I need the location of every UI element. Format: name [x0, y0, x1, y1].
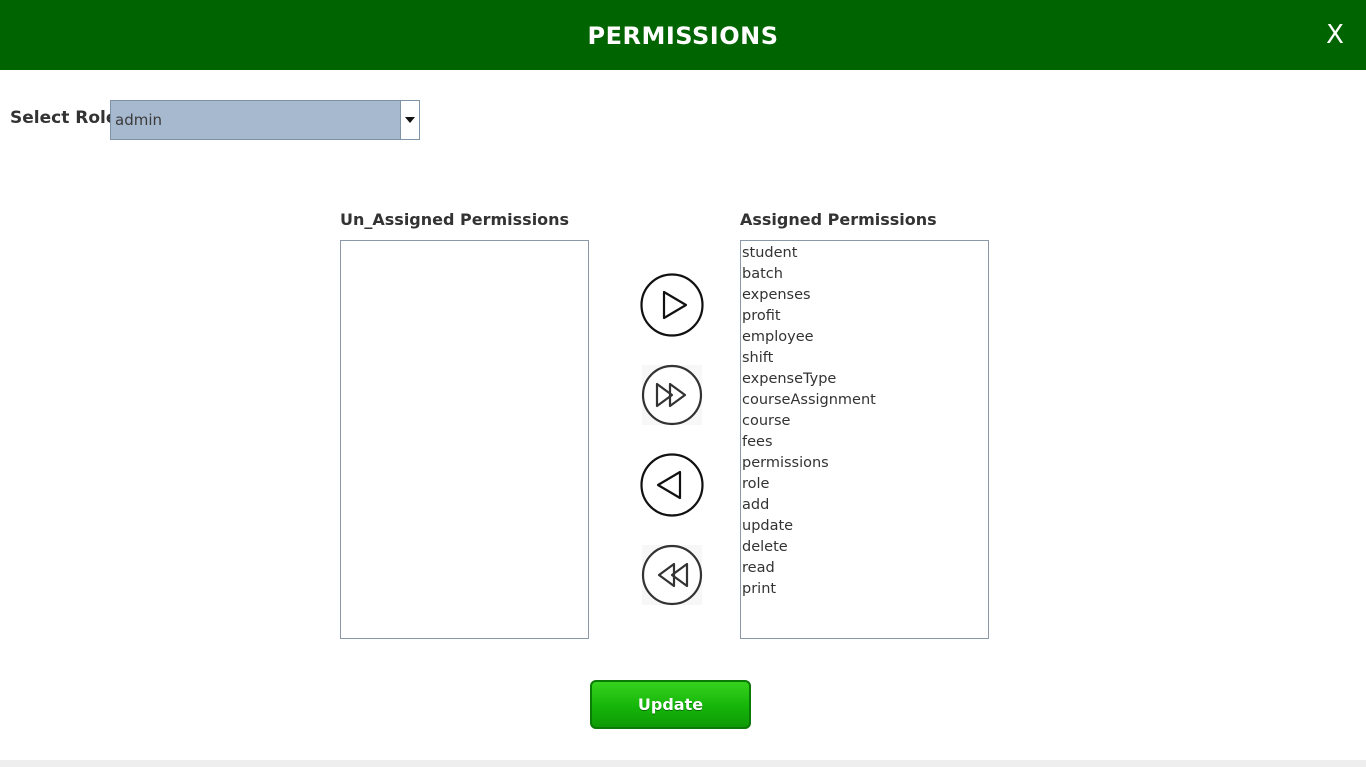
permission-item[interactable]: expenses — [741, 285, 988, 306]
assigned-permissions-title: Assigned Permissions — [740, 210, 937, 229]
permission-item[interactable]: add — [741, 495, 988, 516]
permission-item[interactable]: delete — [741, 537, 988, 558]
fast-forward-icon — [641, 364, 703, 426]
permission-item[interactable]: role — [741, 474, 988, 495]
chevron-down-icon[interactable] — [400, 101, 419, 139]
page-title: PERMISSIONS — [587, 22, 779, 50]
permission-item[interactable]: employee — [741, 327, 988, 348]
permission-item[interactable]: permissions — [741, 453, 988, 474]
permission-item[interactable]: student — [741, 243, 988, 264]
permission-item[interactable]: profit — [741, 306, 988, 327]
move-all-right-button[interactable] — [640, 363, 704, 427]
move-all-left-button[interactable] — [640, 543, 704, 607]
play-right-icon — [640, 273, 704, 337]
permission-item[interactable]: expenseType — [741, 369, 988, 390]
rewind-icon — [641, 544, 703, 606]
select-role-label: Select Role — [10, 108, 118, 128]
unassigned-permissions-list[interactable] — [340, 240, 589, 639]
permission-item[interactable]: update — [741, 516, 988, 537]
header-bar: PERMISSIONS X — [0, 0, 1366, 70]
move-left-button[interactable] — [640, 453, 704, 517]
permission-item[interactable]: read — [741, 558, 988, 579]
permission-item[interactable]: course — [741, 411, 988, 432]
permission-item[interactable]: print — [741, 579, 988, 600]
play-left-icon — [640, 453, 704, 517]
permission-item[interactable]: shift — [741, 348, 988, 369]
role-select-value: admin — [115, 111, 162, 129]
unassigned-permissions-title: Un_Assigned Permissions — [340, 210, 570, 229]
permission-item[interactable]: batch — [741, 264, 988, 285]
move-right-button[interactable] — [640, 273, 704, 337]
assigned-permissions-list[interactable]: student batch expenses profit employee shift e… — [740, 240, 989, 639]
footer-strip — [0, 760, 1366, 767]
role-select[interactable]: admin — [110, 100, 420, 140]
permission-item[interactable]: fees — [741, 432, 988, 453]
permission-item[interactable]: courseAssignment — [741, 390, 988, 411]
update-button[interactable]: Update — [590, 680, 751, 729]
close-button[interactable]: X — [1322, 19, 1348, 51]
